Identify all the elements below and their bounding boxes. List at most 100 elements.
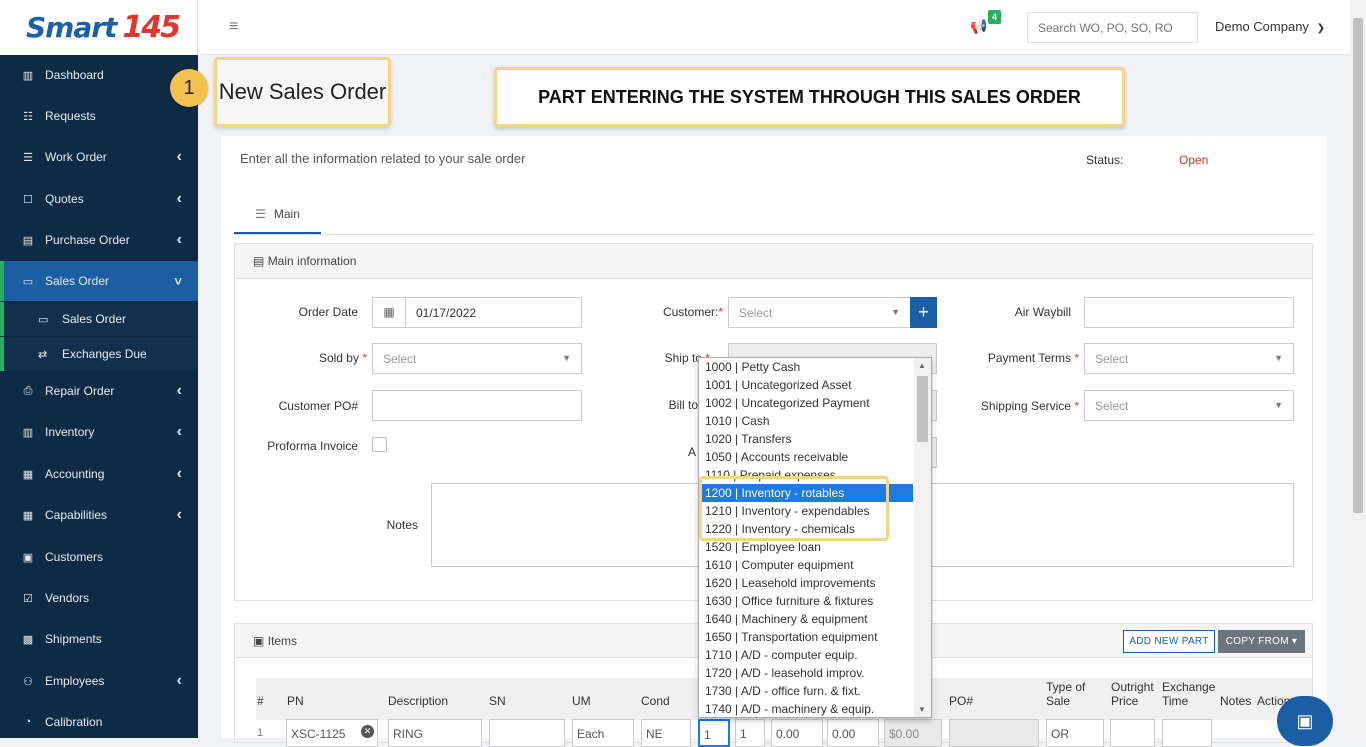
dropdown-option[interactable]: 1610 | Computer equipment: [699, 556, 931, 574]
shipping-service-label-text: Shipping Service: [980, 399, 1071, 413]
sidebar-item-accounting[interactable]: ▦ Accounting ‹: [0, 454, 198, 494]
sidebar-item-employees[interactable]: ⚇ Employees ‹: [0, 661, 198, 701]
scroll-down-icon[interactable]: ▼: [918, 705, 926, 714]
proforma-invoice-checkbox[interactable]: [372, 437, 387, 452]
clear-pn-icon[interactable]: ✕: [361, 725, 374, 738]
dropdown-option[interactable]: 1520 | Employee loan: [699, 538, 931, 556]
shipping-service-select[interactable]: Select ▼: [1084, 390, 1294, 421]
dropdown-scrollbar[interactable]: ▲ ▼: [914, 358, 931, 717]
dropdown-option[interactable]: 1210 | Inventory - expendables: [699, 502, 931, 520]
dropdown-option[interactable]: 1630 | Office furniture & fixtures: [699, 592, 931, 610]
sold-by-select[interactable]: Select ▼: [372, 343, 582, 374]
dropdown-option[interactable]: 1010 | Cash: [699, 412, 931, 430]
exchange-time-field[interactable]: [1162, 719, 1212, 747]
chevron-left-icon: ‹: [176, 506, 182, 523]
page-scrollbar[interactable]: [1350, 0, 1366, 738]
sold-by-label: Sold by *: [318, 351, 367, 365]
calendar-icon: ▦: [383, 305, 395, 319]
logo[interactable]: Smart 145: [0, 0, 198, 55]
air-waybill-field[interactable]: [1084, 297, 1294, 328]
sidebar-subitem-sales-order[interactable]: ▭ Sales Order: [0, 302, 198, 336]
price-field-1[interactable]: 0.00: [771, 719, 823, 747]
sn-field[interactable]: [489, 719, 565, 747]
step-number-badge: 1: [170, 69, 208, 107]
customer-label-text: Customer:: [662, 305, 719, 319]
sidebar-item-dashboard[interactable]: ▥ Dashboard: [0, 55, 198, 95]
dropdown-option[interactable]: 1740 | A/D - machinery & equip.: [699, 700, 931, 717]
order-date-calendar-button[interactable]: ▦: [372, 297, 406, 328]
sidebar-item-sales-order[interactable]: ▭ Sales Order ˅: [0, 261, 198, 301]
type-of-sale-select[interactable]: OR: [1046, 719, 1104, 747]
sidebar-item-label: Vendors: [45, 591, 90, 605]
dropdown-option[interactable]: 1720 | A/D - leasehold improv.: [699, 664, 931, 682]
search-input[interactable]: [1027, 12, 1198, 43]
add-customer-button[interactable]: +: [910, 297, 937, 328]
scroll-up-icon[interactable]: ▲: [918, 361, 926, 370]
logo-number: 145: [122, 10, 181, 45]
add-new-part-button[interactable]: ADD NEW PART: [1123, 630, 1215, 653]
sidebar-item-vendors[interactable]: ☑ Vendors: [0, 578, 198, 618]
um-select[interactable]: Each: [572, 719, 634, 747]
sidebar-subitem-label: Sales Order: [62, 312, 127, 326]
dropdown-option[interactable]: 1001 | Uncategorized Asset: [699, 376, 931, 394]
dropdown-option[interactable]: 1220 | Inventory - chemicals: [699, 520, 931, 538]
dropdown-option[interactable]: 1650 | Transportation equipment: [699, 628, 931, 646]
pn-value: XSC-1125: [291, 727, 346, 741]
status-label: Status:: [1086, 153, 1124, 167]
chat-icon[interactable]: ▣: [1277, 696, 1333, 746]
shipping-service-placeholder: Select: [1095, 399, 1129, 413]
sidebar-item-label: Capabilities: [45, 508, 108, 522]
dashboard-icon: ▥: [22, 69, 34, 82]
qty-field[interactable]: 1: [735, 719, 765, 747]
caret-down-icon: ▼: [891, 307, 900, 317]
customer-po-field[interactable]: [372, 390, 582, 421]
dropdown-option[interactable]: 1730 | A/D - office furn. & fixt.: [699, 682, 931, 700]
dropdown-option[interactable]: 1002 | Uncategorized Payment: [699, 394, 931, 412]
sidebar-item-shipments[interactable]: ▩ Shipments: [0, 619, 198, 659]
dropdown-option[interactable]: 1640 | Machinery & equipment: [699, 610, 931, 628]
qty-select[interactable]: 1: [698, 719, 730, 747]
sidebar-item-requests[interactable]: ☷ Requests: [0, 96, 198, 136]
dropdown-option[interactable]: 1050 | Accounts receivable: [699, 448, 931, 466]
dropdown-option[interactable]: 1020 | Transfers: [699, 430, 931, 448]
dropdown-options: 1000 | Petty Cash 1001 | Uncategorized As…: [699, 358, 931, 717]
sidebar-item-calibration[interactable]: ◔ Calibration: [0, 702, 198, 742]
col-description: Description: [388, 694, 449, 708]
sidebar-item-repair-order[interactable]: ⎙ Repair Order ‹: [0, 371, 198, 411]
chevron-left-icon: ‹: [176, 148, 182, 165]
copy-from-button[interactable]: COPY FROM ▾: [1218, 630, 1305, 653]
dropdown-option[interactable]: 1000 | Petty Cash: [699, 358, 931, 376]
customer-select[interactable]: Select ▼: [728, 297, 911, 328]
sidebar-item-quotes[interactable]: ☐ Quotes ‹: [0, 179, 198, 219]
account-dropdown-list[interactable]: 1000 | Petty Cash 1001 | Uncategorized As…: [698, 357, 932, 718]
dropdown-option[interactable]: 1620 | Leasehold improvements: [699, 574, 931, 592]
card-icon: ▭: [22, 275, 34, 288]
po-field[interactable]: [949, 719, 1039, 747]
truck-icon: ▩: [22, 633, 34, 646]
exchange-icon: ⇄: [38, 348, 48, 361]
sidebar-item-inventory[interactable]: ▥ Inventory ‹: [0, 412, 198, 452]
megaphone-icon[interactable]: 📢: [970, 18, 987, 35]
dropdown-option[interactable]: 1200 | Inventory - rotables: [699, 484, 913, 502]
main-information-title: Main information: [267, 254, 357, 268]
sidebar-item-work-order[interactable]: ☰ Work Order ‹: [0, 137, 198, 177]
hamburger-menu-icon[interactable]: ≡: [229, 18, 238, 36]
cond-select[interactable]: NE: [641, 719, 691, 747]
company-dropdown[interactable]: Demo Company ❯: [1215, 19, 1325, 34]
main-information-header: ▤ Main information: [235, 244, 1312, 279]
order-date-field[interactable]: 01/17/2022: [405, 297, 582, 328]
outright-price-field[interactable]: [1110, 719, 1155, 747]
sidebar-item-label: Work Order: [45, 150, 107, 164]
description-field[interactable]: RING: [388, 719, 482, 747]
price-field-2[interactable]: 0.00: [827, 719, 879, 747]
sidebar-subitem-exchanges-due[interactable]: ⇄ Exchanges Due: [0, 337, 198, 371]
sidebar-item-capabilities[interactable]: ▦ Capabilities ‹: [0, 495, 198, 535]
sidebar-item-label: Accounting: [45, 467, 105, 481]
dropdown-option[interactable]: 1110 | Prepaid expenses: [699, 466, 931, 484]
sidebar-item-customers[interactable]: ▣ Customers: [0, 537, 198, 577]
col-po: PO#: [949, 694, 974, 708]
dropdown-option[interactable]: 1710 | A/D - computer equip.: [699, 646, 931, 664]
payment-terms-select[interactable]: Select ▼: [1084, 343, 1294, 374]
sidebar-item-purchase-order[interactable]: ▤ Purchase Order ‹: [0, 220, 198, 260]
tab-main[interactable]: ☰ Main: [234, 196, 321, 234]
